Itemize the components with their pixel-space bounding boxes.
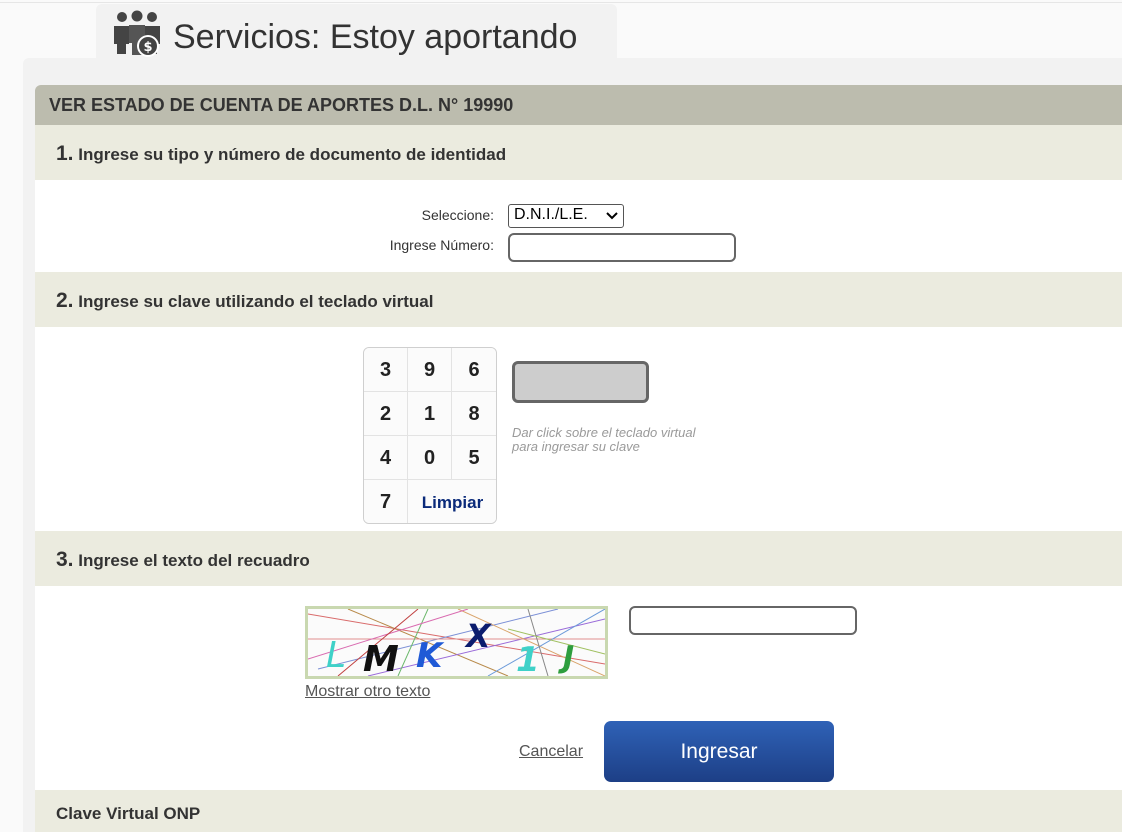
document-type-select[interactable]: D.N.I./L.E.: [508, 204, 624, 228]
document-type-value: D.N.I./L.E.: [514, 206, 588, 223]
step1-title-bar: 1. Ingrese su tipo y número de documento…: [35, 125, 1122, 180]
svg-text:$: $: [143, 40, 152, 55]
keypad-key[interactable]: 0: [408, 436, 452, 480]
form-heading-bar: VER ESTADO DE CUENTA DE APORTES D.L. N° …: [35, 85, 1122, 125]
step3-title-bar: 3. Ingrese el texto del recuadro: [35, 531, 1122, 586]
keypad-clear-button[interactable]: Limpiar: [408, 480, 496, 523]
step3-title-text: Ingrese el texto del recuadro: [78, 551, 310, 570]
captcha-input[interactable]: [629, 606, 857, 635]
submit-button[interactable]: Ingresar: [604, 721, 834, 782]
step1-number: 1.: [56, 142, 74, 165]
keypad-hint: Dar click sobre el teclado virtual para …: [512, 426, 752, 454]
refresh-captcha-link[interactable]: Mostrar otro texto: [305, 683, 430, 701]
captcha-char: J: [558, 640, 574, 675]
document-number-label: Ingrese Número:: [389, 237, 494, 253]
keypad-key[interactable]: 4: [364, 436, 408, 480]
step2-title: 2. Ingrese su clave utilizando el teclad…: [56, 289, 433, 313]
step1-title-text: Ingrese su tipo y número de documento de…: [78, 145, 507, 164]
keypad-key[interactable]: 9: [408, 348, 452, 392]
keypad-key[interactable]: 6: [452, 348, 496, 392]
captcha-noise: L M K X 1 J: [308, 609, 605, 676]
footer-title: Clave Virtual ONP: [56, 804, 201, 823]
keypad-key[interactable]: 7: [364, 480, 408, 523]
captcha-char: L: [326, 635, 346, 676]
cancel-link[interactable]: Cancelar: [519, 743, 583, 761]
password-display: [512, 361, 649, 403]
document-number-input[interactable]: [508, 233, 736, 262]
chevron-down-icon: [606, 212, 618, 220]
captcha-char: K: [416, 636, 445, 676]
step2-title-bar: 2. Ingrese su clave utilizando el teclad…: [35, 272, 1122, 327]
page-title: Servicios: Estoy aportando: [173, 18, 578, 56]
keypad-key[interactable]: 1: [408, 392, 452, 436]
top-divider: [0, 2, 1122, 3]
people-money-icon: $: [114, 10, 160, 57]
step1-title: 1. Ingrese su tipo y número de documento…: [56, 142, 506, 166]
keypad-key[interactable]: 5: [452, 436, 496, 480]
footer-title-bar: Clave Virtual ONP: [35, 790, 1122, 832]
keypad-hint-line2: para ingresar su clave: [512, 439, 640, 454]
virtual-keypad: 3 9 6 2 1 8 4 0 5 7 Limpiar: [363, 347, 497, 524]
document-type-label: Seleccione:: [421, 207, 494, 223]
step2-number: 2.: [56, 289, 74, 312]
captcha-char: X: [464, 617, 492, 655]
captcha-char: 1: [516, 640, 540, 676]
step3-title: 3. Ingrese el texto del recuadro: [56, 548, 310, 572]
captcha-char: M: [363, 639, 399, 676]
keypad-hint-line1: Dar click sobre el teclado virtual: [512, 425, 696, 440]
step3-number: 3.: [56, 548, 74, 571]
keypad-key[interactable]: 2: [364, 392, 408, 436]
step2-title-text: Ingrese su clave utilizando el teclado v…: [78, 292, 434, 311]
keypad-key[interactable]: 3: [364, 348, 408, 392]
form-heading: VER ESTADO DE CUENTA DE APORTES D.L. N° …: [49, 95, 514, 115]
captcha-image: L M K X 1 J: [305, 606, 608, 679]
keypad-key[interactable]: 8: [452, 392, 496, 436]
